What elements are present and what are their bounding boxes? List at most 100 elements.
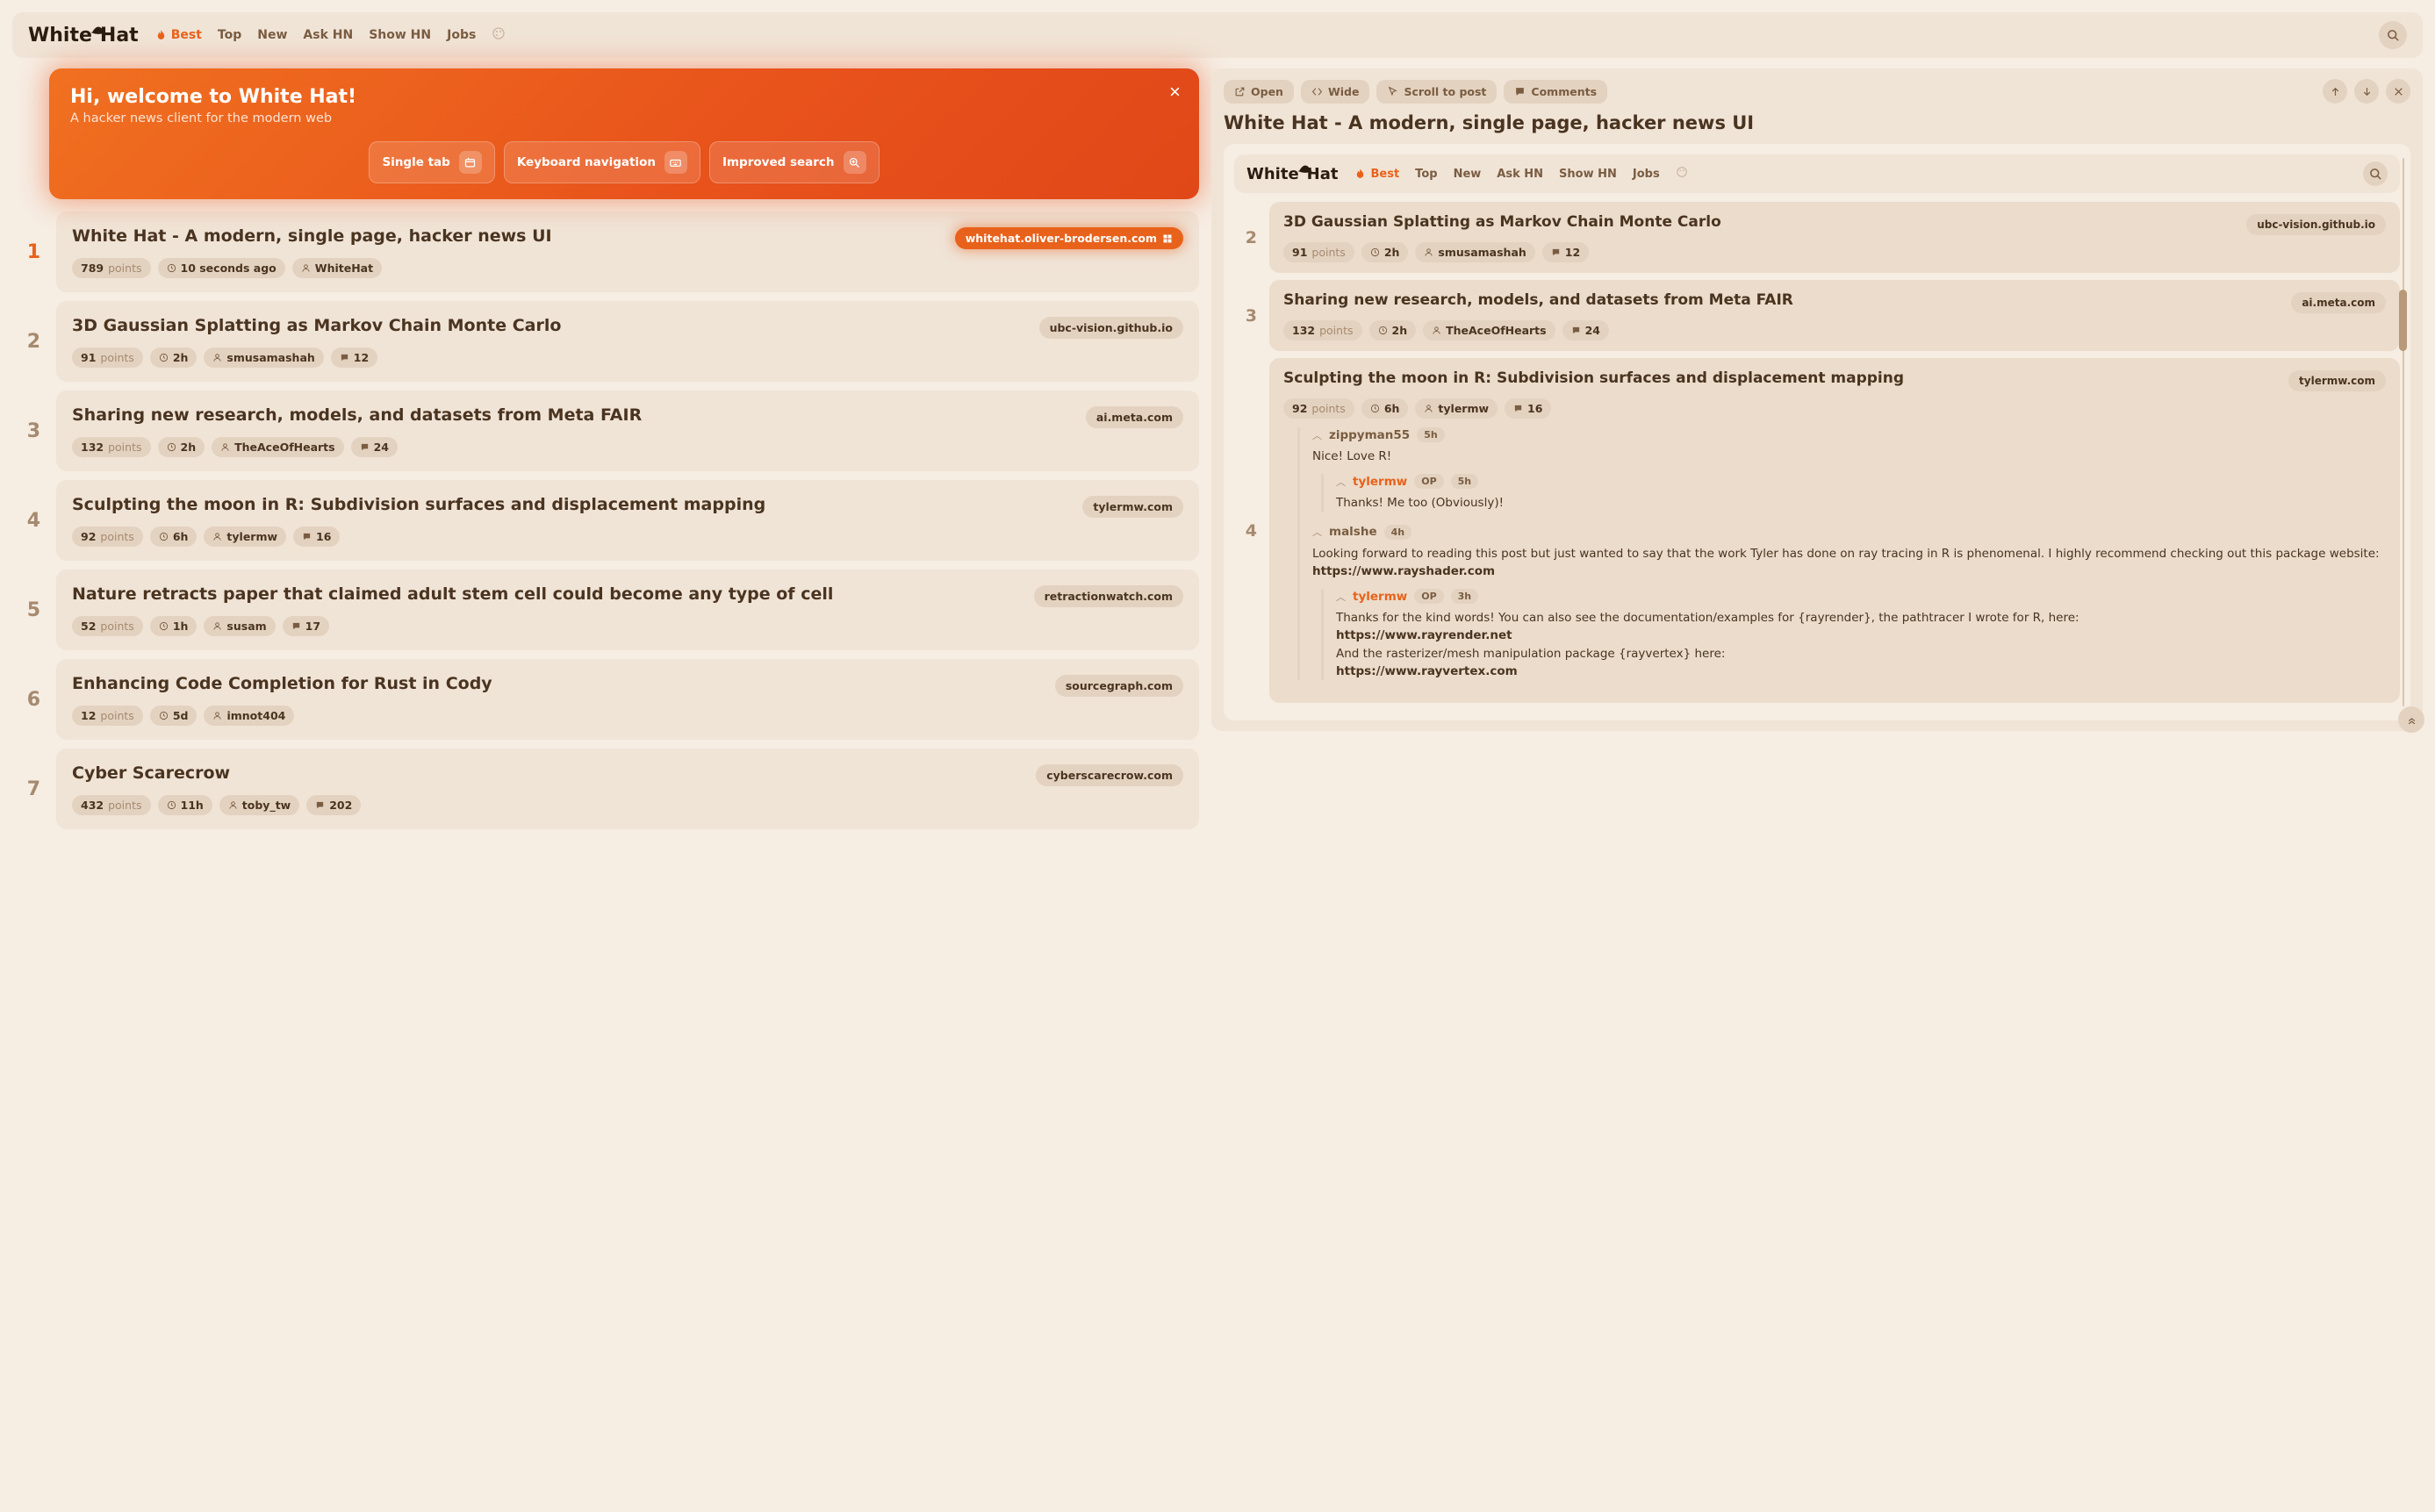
story-row: 3 Sharing new research, models, and datas… [1234,280,2400,351]
welcome-banner: Hi, welcome to White Hat! A hacker news … [49,68,1199,199]
story-card[interactable]: Enhancing Code Completion for Rust in Co… [56,659,1199,740]
story-rank: 3 [1234,280,1257,351]
comment: ︿zippyman555hNice! Love R!︿tylermwOP5hTh… [1312,427,2386,512]
comment-icon [340,353,349,362]
banner-close-button[interactable] [1164,81,1185,102]
comments-chip[interactable]: 17 [283,616,329,636]
flame-icon [154,29,168,42]
author-chip[interactable]: tylermw [204,527,286,547]
panel-title: White Hat - A modern, single page, hacke… [1224,112,2410,133]
nav-down-button[interactable] [2354,79,2379,104]
embedded-preview: White Hat Best Top New Ask HN Show HN Jobs 23… [1224,144,2410,720]
story-card[interactable]: Nature retracts paper that claimed adult… [56,570,1199,650]
story-card[interactable]: Sharing new research, models, and datase… [56,391,1199,471]
story-card[interactable]: Sculpting the moon in R: Subdivision sur… [56,480,1199,561]
scroll-to-post-button[interactable]: Scroll to post [1376,80,1497,104]
author-chip[interactable]: WhiteHat [292,258,382,278]
close-icon [2393,86,2404,97]
comments-chip[interactable]: 16 [1505,398,1551,419]
story-card[interactable]: White Hat - A modern, single page, hacke… [56,211,1199,292]
search-button[interactable] [2379,21,2407,49]
nav-up-button[interactable] [2323,79,2347,104]
time-chip: 2h [1369,320,1417,340]
story-card[interactable]: 3D Gaussian Splatting as Markov Chain Mo… [1269,202,2400,273]
nav-ask-hn[interactable]: Ask HN [1497,168,1543,181]
user-icon [1424,404,1433,413]
story-rank: 4 [1234,358,1257,703]
story-domain[interactable]: whitehat.oliver-brodersen.com [955,227,1183,249]
banner-chip-1[interactable]: Keyboard navigation [504,141,700,183]
author-chip[interactable]: tylermw [1415,398,1498,419]
story-row: 23D Gaussian Splatting as Markov Chain M… [1234,202,2400,273]
collapse-toggle[interactable]: ︿ [1336,475,1346,489]
nav-jobs[interactable]: Jobs [1633,168,1660,181]
nav-best[interactable]: Best [154,28,202,42]
comment-author[interactable]: zippyman55 [1329,428,1410,442]
comments-chip[interactable]: 24 [1562,320,1609,340]
nav-show-hn[interactable]: Show HN [1559,168,1617,181]
nav-best[interactable]: Best [1354,168,1399,181]
banner-subtitle: A hacker news client for the modern web [70,111,1178,125]
nav-show-hn[interactable]: Show HN [369,28,431,42]
comment-author[interactable]: tylermw [1353,475,1407,489]
comment-icon [1571,326,1581,335]
author-chip[interactable]: TheAceOfHearts [212,437,343,457]
clock-icon [1378,326,1388,335]
logo[interactable]: White Hat [28,25,139,47]
wide-button[interactable]: Wide [1301,80,1370,104]
comment-author[interactable]: malshe [1329,525,1377,539]
nav-top[interactable]: Top [218,28,241,42]
preview-logo[interactable]: White Hat [1246,165,1338,183]
nav-ask-hn[interactable]: Ask HN [303,28,353,42]
comments-chip[interactable]: 12 [331,348,377,368]
comments-chip[interactable]: 202 [306,795,361,815]
theme-icon[interactable] [1676,166,1688,182]
story-domain[interactable]: ai.meta.com [1086,406,1183,428]
comments-chip[interactable]: 12 [1542,242,1589,262]
story-domain[interactable]: ubc-vision.github.io [2246,214,2386,235]
theme-icon[interactable] [492,26,506,44]
nav-top[interactable]: Top [1415,168,1437,181]
preview-scrollbar[interactable] [2399,158,2407,706]
story-card[interactable]: Sharing new research, models, and datase… [1269,280,2400,351]
author-chip[interactable]: smusamashah [1415,242,1534,262]
comments-button[interactable]: Comments [1504,80,1607,104]
story-card[interactable]: Cyber Scarecrowcyberscarecrow.com432 poi… [56,749,1199,829]
author-chip[interactable]: TheAceOfHearts [1423,320,1555,340]
nav-new[interactable]: New [257,28,287,42]
comment-body: Nice! Love R! [1312,448,2386,465]
story-domain[interactable]: sourcegraph.com [1055,675,1183,697]
collapse-toggle[interactable]: ︿ [1312,525,1322,539]
preview-search-button[interactable] [2363,161,2388,186]
open-button[interactable]: Open [1224,80,1294,104]
expand-icon [1311,86,1323,97]
story-card[interactable]: 3D Gaussian Splatting as Markov Chain Mo… [56,301,1199,382]
clock-icon [167,263,176,273]
author-chip[interactable]: toby_tw [219,795,299,815]
author-chip[interactable]: susam [204,616,275,636]
points-chip: 91 points [1283,242,1354,262]
story-domain[interactable]: cyberscarecrow.com [1036,764,1183,786]
user-icon [212,711,222,720]
banner-chip-2[interactable]: Improved search [709,141,880,183]
story-title: Sharing new research, models, and datase… [1283,290,2282,310]
story-domain[interactable]: retractionwatch.com [1034,585,1183,607]
story-domain[interactable]: ubc-vision.github.io [1039,317,1183,339]
story-card[interactable]: Sculpting the moon in R: Subdivision sur… [1269,358,2400,703]
banner-chip-0[interactable]: Single tab [369,141,494,183]
collapse-toggle[interactable]: ︿ [1312,428,1322,442]
story-domain[interactable]: ai.meta.com [2291,292,2386,313]
nav-new[interactable]: New [1454,168,1482,181]
comments-chip[interactable]: 24 [351,437,398,457]
panel-close-button[interactable] [2386,79,2410,104]
collapse-toggle[interactable]: ︿ [1336,590,1346,604]
story-domain[interactable]: tylermw.com [2288,370,2386,391]
author-chip[interactable]: imnot404 [204,706,294,726]
nav-jobs[interactable]: Jobs [447,28,476,42]
author-chip[interactable]: smusamashah [204,348,323,368]
comments-chip[interactable]: 16 [293,527,340,547]
comment-author[interactable]: tylermw [1353,590,1407,604]
story-domain[interactable]: tylermw.com [1082,496,1183,518]
points-chip: 432 points [72,795,151,815]
scroll-to-top-button[interactable] [2398,706,2424,733]
